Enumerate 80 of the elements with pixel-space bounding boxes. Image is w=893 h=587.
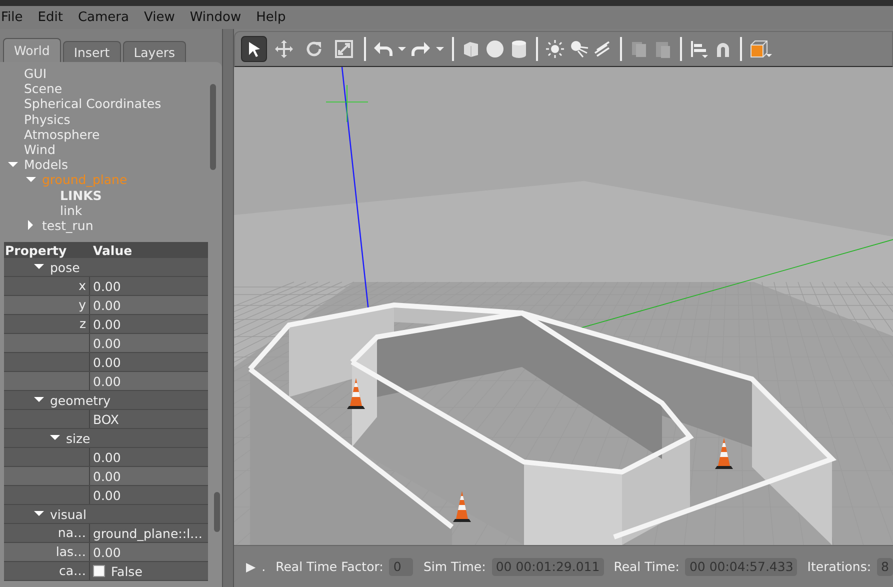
- property-value: 0.00: [93, 468, 121, 484]
- tree-item[interactable]: test_run: [42, 218, 94, 233]
- step-label: .: [262, 559, 266, 574]
- property-value: 0.00: [93, 488, 121, 502]
- status-value: 8: [877, 558, 893, 576]
- cube-icon[interactable]: [461, 39, 481, 59]
- scrollbar-thumb[interactable]: [210, 84, 216, 170]
- status-label: Real Time:: [614, 559, 680, 574]
- wireframe-box-icon[interactable]: [749, 39, 773, 59]
- property-value: ground_plane::l…: [93, 526, 203, 540]
- menu-item[interactable]: Window: [188, 10, 252, 25]
- expanded-arrow-icon[interactable]: [8, 160, 18, 170]
- scale-icon: [334, 39, 354, 59]
- menu-item[interactable]: Camera: [76, 10, 139, 25]
- tree-item[interactable]: Physics: [24, 112, 70, 127]
- splitter-handle[interactable]: [222, 29, 234, 587]
- collapsed-arrow-icon[interactable]: [26, 220, 36, 230]
- 3d-scene-drawing[interactable]: [234, 67, 893, 545]
- property-value: BOX: [93, 412, 119, 426]
- cylinder-icon[interactable]: [509, 39, 529, 59]
- property-value: 0.00: [93, 354, 121, 370]
- spotlight-icon[interactable]: [569, 39, 589, 59]
- property-value: False: [111, 564, 142, 578]
- tree-item[interactable]: Scene: [24, 81, 62, 96]
- property-name: na…: [58, 525, 86, 540]
- tree-item[interactable]: GUI: [24, 66, 47, 82]
- scrollbar-thumb[interactable]: [214, 492, 220, 532]
- status-label: Sim Time:: [423, 559, 486, 574]
- status-value: 0: [389, 558, 414, 576]
- property-value: 0.00: [93, 298, 121, 312]
- tree-item[interactable]: Atmosphere: [24, 126, 100, 142]
- sun-icon[interactable]: [545, 39, 565, 59]
- property-value: 0.00: [93, 374, 121, 388]
- property-group-label: size: [66, 430, 90, 446]
- column-header: Value: [93, 242, 132, 258]
- menu-item[interactable]: Edit: [36, 10, 73, 25]
- property-value: 0.00: [93, 278, 121, 294]
- expanded-arrow-icon[interactable]: [26, 174, 36, 185]
- property-value: 0.00: [93, 544, 121, 560]
- property-name: y: [78, 297, 86, 312]
- paste-icon[interactable]: [653, 39, 673, 59]
- tree-section-header: LINKS: [60, 188, 102, 203]
- status-value: 00 00:01:29.011: [492, 558, 604, 576]
- status-label: Real Time Factor:: [276, 559, 384, 574]
- property-name: z: [79, 316, 86, 331]
- move-arrows-icon: [274, 39, 294, 59]
- align-icon[interactable]: [689, 39, 709, 59]
- expanded-arrow-icon[interactable]: [34, 509, 44, 519]
- checkbox[interactable]: [93, 565, 105, 577]
- property-group-label: visual: [50, 506, 86, 522]
- status-value: 00 00:04:57.433: [685, 558, 798, 576]
- column-header: Property: [4, 242, 68, 258]
- property-name: x: [78, 278, 86, 293]
- rotate-icon: [304, 39, 324, 59]
- property-value: 0.00: [93, 336, 121, 350]
- property-group-label: pose: [50, 260, 80, 274]
- status-label: Iterations:: [807, 559, 872, 574]
- play-button[interactable]: ▶: [246, 559, 256, 574]
- expanded-arrow-icon[interactable]: [34, 262, 44, 272]
- sphere-icon[interactable]: [485, 39, 505, 59]
- property-value: 0.00: [93, 450, 121, 464]
- tool-button[interactable]: [241, 36, 267, 62]
- tab[interactable]: World: [3, 38, 61, 62]
- menu-item[interactable]: File: [0, 10, 33, 25]
- redo-icon[interactable]: [411, 39, 431, 59]
- expanded-arrow-icon[interactable]: [50, 433, 60, 443]
- tree-item[interactable]: Models: [24, 157, 68, 172]
- tree-item[interactable]: Spherical Coordinates: [24, 96, 162, 112]
- menu-item[interactable]: Help: [255, 10, 296, 25]
- tab[interactable]: Layers: [122, 41, 186, 62]
- tree-item[interactable]: Wind: [24, 142, 56, 158]
- property-name: ca…: [58, 563, 86, 578]
- expanded-arrow-icon[interactable]: [34, 395, 44, 405]
- menu-item[interactable]: View: [142, 10, 185, 25]
- property-value: 0.00: [93, 316, 121, 332]
- tab[interactable]: Insert: [62, 41, 121, 62]
- property-name: las…: [56, 544, 86, 559]
- copy-icon[interactable]: [629, 39, 649, 59]
- tree-item[interactable]: link: [60, 202, 82, 218]
- property-group-label: geometry: [50, 392, 111, 408]
